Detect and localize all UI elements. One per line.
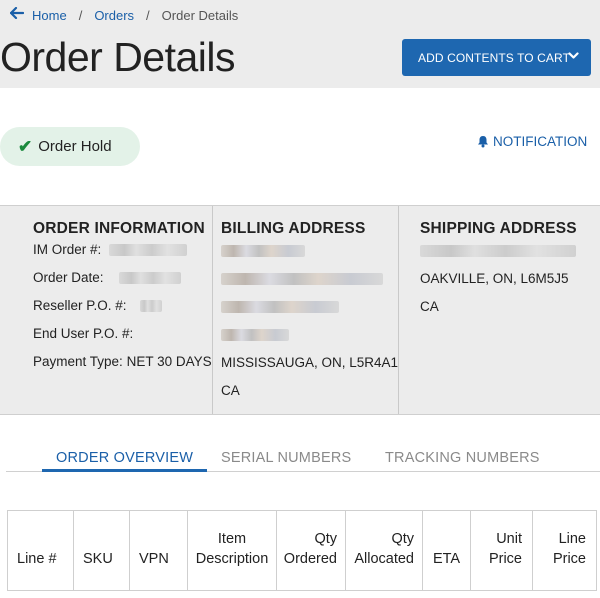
- shipping-address-section: SHIPPING ADDRESS OAKVILLE, ON, L6M5J5 CA: [398, 206, 600, 414]
- redacted-value: [221, 273, 383, 286]
- order-lines-table-header: Line # SKU VPN Item Description Qty Ordere…: [7, 510, 597, 591]
- billing-address-heading: BILLING ADDRESS: [221, 220, 366, 237]
- order-date-row: Order Date:: [33, 270, 182, 285]
- check-icon: ✔: [18, 136, 33, 156]
- breadcrumb: Home / Orders / Order Details: [9, 6, 239, 24]
- breadcrumb-separator: /: [78, 7, 83, 23]
- payment-type-label: Payment Type:: [33, 354, 123, 369]
- column-header-qty-allocated[interactable]: Qty Allocated: [346, 511, 423, 590]
- column-header-unit-price[interactable]: Unit Price: [471, 511, 533, 590]
- breadcrumb-orders-link[interactable]: Orders: [94, 8, 134, 23]
- tab-serial-numbers[interactable]: SERIAL NUMBERS: [221, 450, 351, 466]
- breadcrumb-home-link[interactable]: Home: [32, 8, 67, 23]
- notification-label: NOTIFICATION: [493, 134, 588, 149]
- tab-order-overview[interactable]: ORDER OVERVIEW: [56, 450, 193, 466]
- redacted-value: [420, 245, 576, 258]
- billing-address-line-redacted: [221, 243, 305, 258]
- shipping-city-line: OAKVILLE, ON, L6M5J5: [420, 271, 569, 286]
- redacted-value: [221, 301, 339, 314]
- shipping-country: CA: [420, 299, 439, 314]
- order-information-section: ORDER INFORMATION IM Order #: Order Date…: [0, 206, 212, 414]
- billing-address-line-redacted: [221, 299, 339, 314]
- billing-address-section: BILLING ADDRESS MISSISSAUGA, ON, L5R4A1 …: [212, 206, 398, 414]
- redacted-value: [221, 329, 289, 342]
- billing-address-line-redacted: [221, 327, 289, 342]
- order-date-label: Order Date:: [33, 270, 104, 285]
- page-title: Order Details: [0, 34, 236, 80]
- chevron-down-icon[interactable]: [568, 50, 579, 61]
- reseller-po-row: Reseller P.O. #:: [33, 298, 163, 313]
- active-tab-indicator: [42, 469, 207, 472]
- bell-icon: [478, 136, 488, 148]
- billing-address-line-redacted: [221, 271, 383, 286]
- notification-link[interactable]: NOTIFICATION: [477, 134, 587, 149]
- order-information-heading: ORDER INFORMATION: [33, 220, 205, 237]
- tab-tracking-numbers[interactable]: TRACKING NUMBERS: [385, 450, 540, 466]
- redacted-value: [119, 272, 182, 285]
- im-order-row: IM Order #:: [33, 242, 188, 257]
- add-contents-to-cart-label: ADD CONTENTS TO CART: [418, 50, 571, 65]
- billing-country: CA: [221, 383, 240, 398]
- redacted-value: [221, 245, 305, 258]
- payment-type-row: Payment Type: NET 30 DAYS: [33, 354, 212, 369]
- detail-tabs: ORDER OVERVIEW SERIAL NUMBERS TRACKING N…: [6, 446, 600, 472]
- column-header-line-number[interactable]: Line #: [8, 511, 74, 590]
- shipping-address-line-redacted: [420, 243, 576, 258]
- order-hold-label: Order Hold: [38, 138, 112, 155]
- redacted-value: [109, 244, 188, 257]
- column-header-qty-ordered[interactable]: Qty Ordered: [277, 511, 346, 590]
- breadcrumb-separator: /: [146, 7, 150, 23]
- column-header-item-description[interactable]: Item Description: [188, 511, 277, 590]
- im-order-label: IM Order #:: [33, 242, 102, 257]
- shipping-address-heading: SHIPPING ADDRESS: [420, 220, 577, 237]
- redacted-value: [140, 300, 163, 313]
- billing-city-line: MISSISSAUGA, ON, L5R4A1: [221, 355, 399, 370]
- column-header-eta[interactable]: ETA: [423, 511, 471, 590]
- column-header-line-price[interactable]: Line Price: [533, 511, 596, 590]
- end-user-po-row: End User P.O. #:: [33, 326, 133, 341]
- arrow-left-icon[interactable]: [9, 6, 32, 24]
- order-info-panel: ORDER INFORMATION IM Order #: Order Date…: [0, 205, 600, 415]
- column-header-vpn[interactable]: VPN: [130, 511, 188, 590]
- column-header-sku[interactable]: SKU: [74, 511, 130, 590]
- reseller-po-label: Reseller P.O. #:: [33, 298, 127, 313]
- add-contents-to-cart-button[interactable]: ADD CONTENTS TO CART: [402, 39, 591, 76]
- breadcrumb-current: Order Details: [161, 7, 239, 23]
- order-hold-status-badge: ✔ Order Hold: [0, 127, 140, 166]
- payment-type-value: NET 30 DAYS: [126, 354, 212, 369]
- end-user-po-label: End User P.O. #:: [33, 326, 134, 341]
